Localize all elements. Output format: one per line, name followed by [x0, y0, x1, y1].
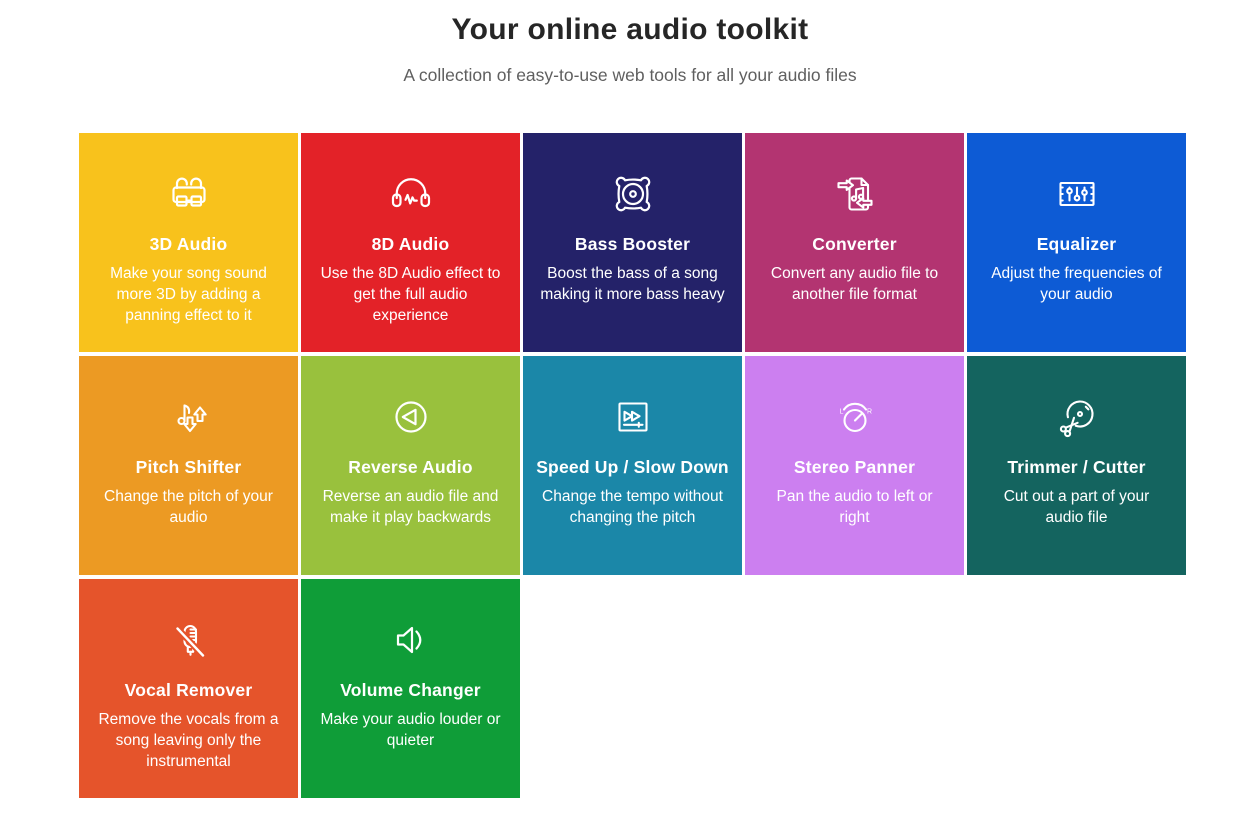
tool-card-volume-changer[interactable]: Volume Changer Make your audio louder or…	[301, 579, 520, 798]
svg-text:R: R	[867, 409, 872, 416]
tool-title: Bass Booster	[575, 234, 690, 255]
headphones-pulse-icon	[387, 170, 435, 218]
tool-card-converter[interactable]: Converter Convert any audio file to anot…	[745, 133, 964, 352]
file-convert-icon	[831, 170, 879, 218]
tool-card-equalizer[interactable]: Equalizer Adjust the frequencies of your…	[967, 133, 1186, 352]
tool-card-bass-booster[interactable]: Bass Booster Boost the bass of a song ma…	[523, 133, 742, 352]
tool-card-speed-up-slow-down[interactable]: Speed Up / Slow Down Change the tempo wi…	[523, 356, 742, 575]
tool-card-8d-audio[interactable]: 8D Audio Use the 8D Audio effect to get …	[301, 133, 520, 352]
mic-strikethrough-icon	[165, 616, 213, 664]
tool-description: Reverse an audio file and make it play b…	[323, 486, 499, 528]
tool-card-vocal-remover[interactable]: Vocal Remover Remove the vocals from a s…	[79, 579, 298, 798]
pan-knob-icon: L R	[831, 393, 879, 441]
speaker-wave-icon	[387, 616, 435, 664]
tools-grid: 3D Audio Make your song sound more 3D by…	[79, 133, 1186, 798]
tool-description: Change the tempo without changing the pi…	[542, 486, 723, 528]
tool-description: Convert any audio file to another file f…	[771, 263, 938, 305]
tool-title: Stereo Panner	[794, 457, 915, 478]
disc-scissors-icon	[1053, 393, 1101, 441]
tool-title: Speed Up / Slow Down	[536, 457, 729, 478]
tool-title: Volume Changer	[340, 680, 481, 701]
tool-description: Pan the audio to left or right	[777, 486, 933, 528]
svg-text:L: L	[839, 409, 843, 416]
tool-description: Make your audio louder or quieter	[320, 709, 500, 751]
tool-description: Remove the vocals from a song leaving on…	[98, 709, 278, 772]
tool-card-trimmer-cutter[interactable]: Trimmer / Cutter Cut out a part of your …	[967, 356, 1186, 575]
tool-card-3d-audio[interactable]: 3D Audio Make your song sound more 3D by…	[79, 133, 298, 352]
tool-description: Cut out a part of your audio file	[1004, 486, 1150, 528]
tool-title: Equalizer	[1037, 234, 1117, 255]
reverse-play-icon	[387, 393, 435, 441]
tool-description: Boost the bass of a song making it more …	[540, 263, 724, 305]
equalizer-sliders-icon	[1053, 170, 1101, 218]
tool-title: Trimmer / Cutter	[1007, 457, 1145, 478]
tool-title: Vocal Remover	[125, 680, 253, 701]
tool-title: Reverse Audio	[348, 457, 473, 478]
tool-title: 8D Audio	[372, 234, 450, 255]
note-up-down-icon	[165, 393, 213, 441]
tool-card-reverse-audio[interactable]: Reverse Audio Reverse an audio file and …	[301, 356, 520, 575]
tool-title: Converter	[812, 234, 896, 255]
3d-glasses-icon	[165, 170, 213, 218]
tool-description: Make your song sound more 3D by adding a…	[110, 263, 267, 326]
tool-card-pitch-shifter[interactable]: Pitch Shifter Change the pitch of your a…	[79, 356, 298, 575]
tool-description: Change the pitch of your audio	[104, 486, 273, 528]
page-header: Your online audio toolkit A collection o…	[0, 0, 1260, 86]
tool-title: 3D Audio	[150, 234, 228, 255]
fast-forward-icon	[609, 393, 657, 441]
page-title: Your online audio toolkit	[0, 0, 1260, 48]
tool-description: Use the 8D Audio effect to get the full …	[321, 263, 501, 326]
tool-description: Adjust the frequencies of your audio	[991, 263, 1162, 305]
page-subtitle: A collection of easy-to-use web tools fo…	[0, 65, 1260, 86]
tool-title: Pitch Shifter	[136, 457, 242, 478]
tool-card-stereo-panner[interactable]: L R Stereo Panner Pan the audio to left …	[745, 356, 964, 575]
subwoofer-speaker-icon	[609, 170, 657, 218]
